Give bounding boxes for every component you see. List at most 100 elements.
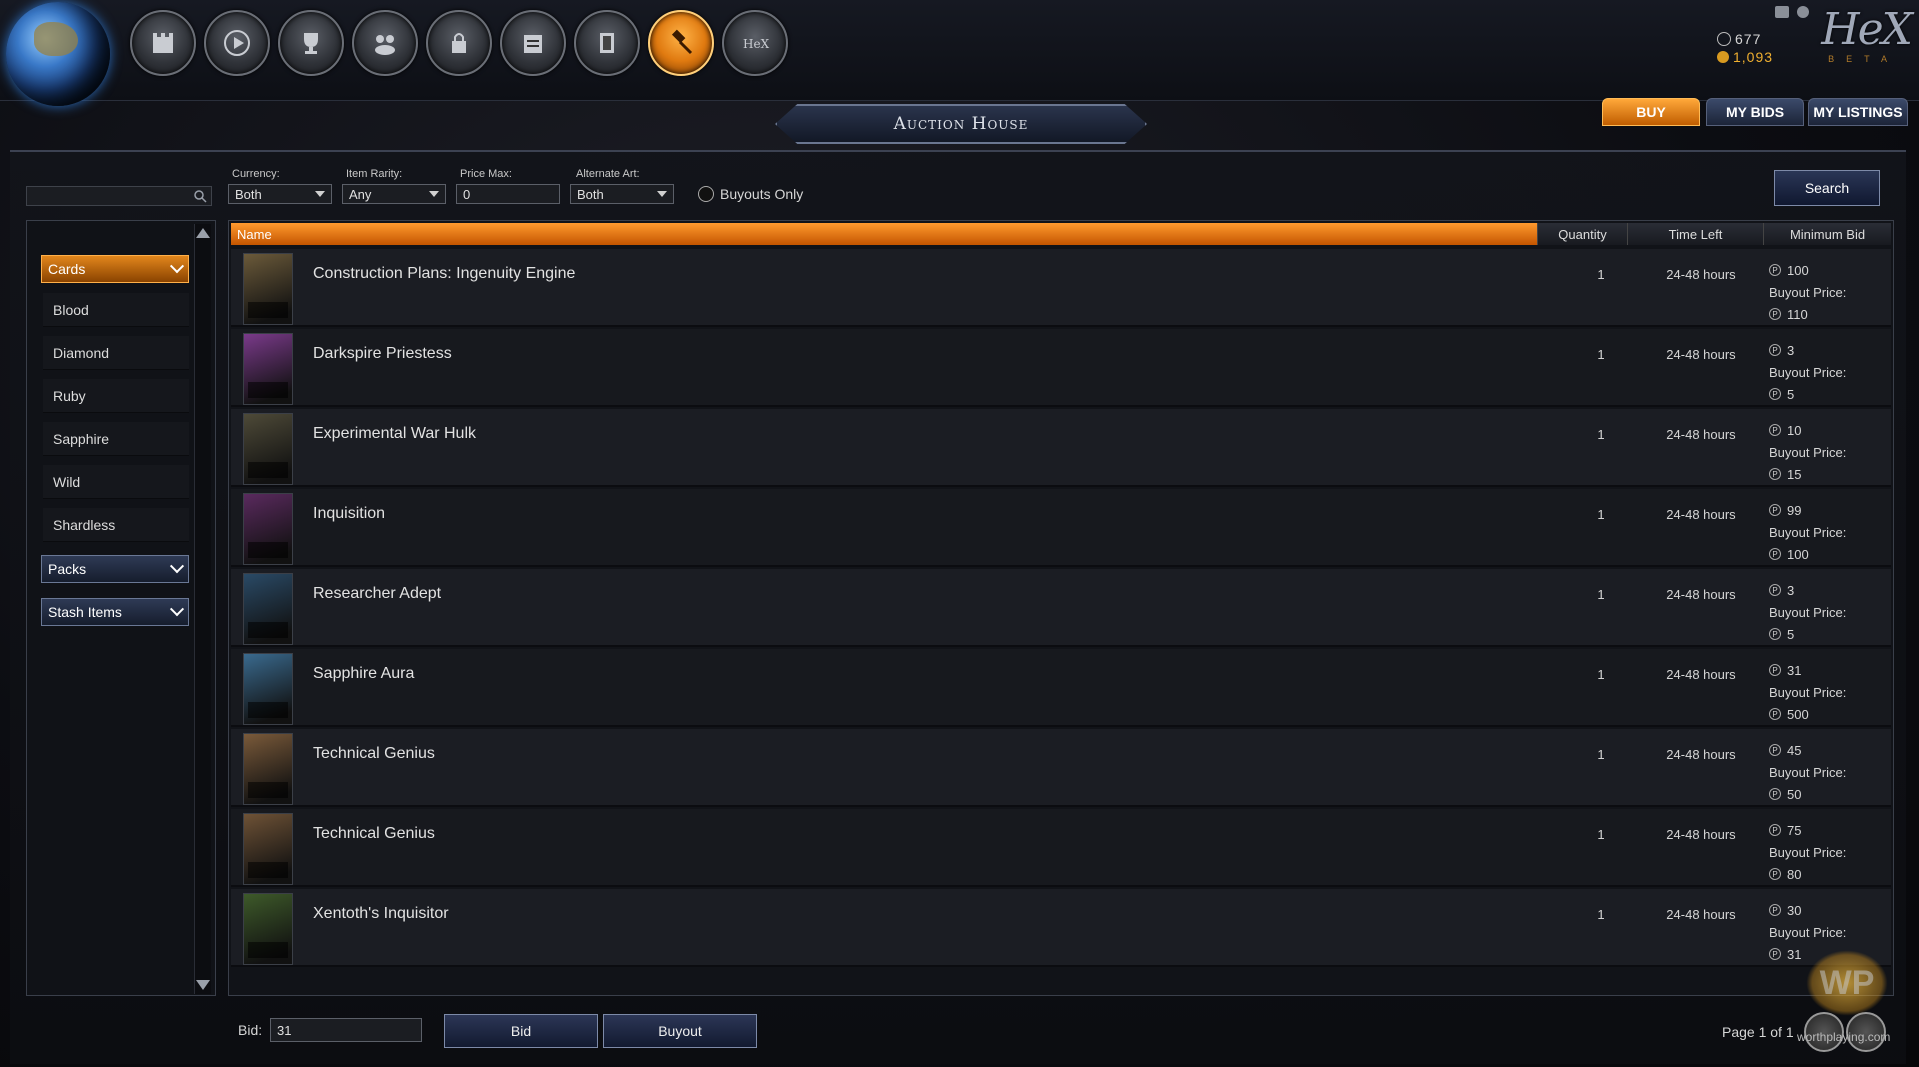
minimum-bid-value: 3 [1787,342,1795,358]
hex-logo: HeX [1821,4,1913,55]
table-row[interactable]: Inquisition 1 24-48 hours P 99 Buyout Price: P… [231,489,1891,567]
buyout-price-label: Buyout Price: [1769,684,1847,700]
sidebar-item-blood[interactable]: Blood [43,293,189,327]
buyout-price-value: 100 [1787,546,1809,562]
search-field[interactable] [26,186,212,206]
card-thumbnail [243,893,293,965]
nav-button-collection[interactable] [574,10,640,76]
item-time-left: 24-48 hours [1666,427,1736,442]
table-row[interactable]: Sapphire Aura 1 24-48 hours P 31 Buyout Price… [231,649,1891,727]
item-quantity: 1 [1597,587,1605,602]
table-row[interactable]: Xentoth's Inquisitor 1 24-48 hours P 30 Buyou… [231,889,1891,967]
gold-coin-icon [1717,51,1729,63]
buyout-price-label: Buyout Price: [1769,524,1847,540]
buyout-price-value: 110 [1787,306,1808,322]
column-quantity[interactable]: Quantity [1537,223,1627,245]
platinum-coin-icon: P [1769,904,1781,916]
buyout-price-line: P 500 [1769,703,1887,725]
table-row[interactable]: Darkspire Priestess 1 24-48 hours P 3 Buyout … [231,329,1891,407]
sidebar-item-ruby[interactable]: Ruby [43,379,189,413]
price-max-input[interactable] [456,184,560,204]
buyout-price-label: Buyout Price: [1769,764,1847,780]
bid-input[interactable] [270,1018,422,1042]
nav-button-hex[interactable]: HeX [722,10,788,76]
nav-button-community[interactable] [352,10,418,76]
platinum-coin-icon: P [1769,308,1781,320]
tab-buy[interactable]: BUY [1602,98,1700,126]
currency-select[interactable]: Both [228,184,332,204]
card-thumbnail [243,733,293,805]
platinum-coin-icon: P [1769,424,1781,436]
minimum-bid-value: 30 [1787,902,1802,918]
minimum-bid-value: 3 [1787,582,1795,598]
item-bid-info: P 31 Buyout Price: P 500 [1769,659,1887,725]
table-header: Name Quantity Time Left Minimum Bid [231,223,1891,245]
category-cards[interactable]: Cards [41,255,189,283]
sidebar-item-diamond[interactable]: Diamond [43,336,189,370]
chevron-down-icon [169,259,185,274]
sidebar-item-shardless[interactable]: Shardless [43,508,189,542]
nav-button-lock[interactable] [426,10,492,76]
search-button[interactable]: Search [1774,170,1880,206]
buyouts-only-toggle[interactable]: Buyouts Only [698,186,803,202]
lock-icon [452,33,466,53]
sidebar-item-wild[interactable]: Wild [43,465,189,499]
store-icon [524,35,542,53]
beta-label: BETA [1828,54,1899,64]
scroll-up-icon[interactable] [196,228,210,238]
castle-icon [153,33,173,53]
column-minimum-bid[interactable]: Minimum Bid [1763,223,1891,245]
category-packs[interactable]: Packs [41,555,189,583]
chevron-down-icon [169,602,185,617]
platinum-coin-icon: P [1769,264,1781,276]
item-name: Construction Plans: Ingenuity Engine [313,265,576,282]
tab-my-listings[interactable]: MY LISTINGS [1808,98,1908,126]
gear-icon[interactable] [1797,6,1809,18]
trophy-icon [304,33,318,54]
item-quantity: 1 [1597,907,1605,922]
tab-my-bids[interactable]: MY BIDS [1706,98,1804,126]
chevron-down-icon [429,191,439,197]
currency-value: Both [235,186,262,202]
alt-art-label: Alternate Art: [576,168,640,180]
item-time-left: 24-48 hours [1666,267,1736,282]
table-row[interactable]: Experimental War Hulk 1 24-48 hours P 10 Buyo… [231,409,1891,487]
table-row[interactable]: Construction Plans: Ingenuity Engine 1 24-… [231,249,1891,327]
table-row[interactable]: Technical Genius 1 24-48 hours P 45 Buyout Pr… [231,729,1891,807]
nav-button-castle[interactable] [130,10,196,76]
buyout-button[interactable]: Buyout [603,1014,757,1048]
column-time-left[interactable]: Time Left [1627,223,1763,245]
chat-icon[interactable] [1775,6,1789,18]
nav-button-play[interactable] [204,10,270,76]
sidebar-item-sapphire[interactable]: Sapphire [43,422,189,456]
nav-button-auction-gavel[interactable] [648,10,714,76]
item-time-left: 24-48 hours [1666,347,1736,362]
sidebar-scrollbar[interactable] [194,224,211,994]
radio-icon[interactable] [698,186,714,202]
nav-button-trophy[interactable] [278,10,344,76]
platinum-row: 677 [1717,30,1809,48]
world-globe-icon[interactable] [6,2,110,106]
scroll-down-icon[interactable] [196,980,210,990]
rarity-select[interactable]: Any [342,184,446,204]
table-row[interactable]: Technical Genius 1 24-48 hours P 75 Buyout Pr… [231,809,1891,887]
minimum-bid-line: P 100 [1769,259,1887,281]
minimum-bid-line: P 99 [1769,499,1887,521]
item-bid-info: P 100 Buyout Price: P 110 [1769,259,1887,325]
item-quantity: 1 [1597,267,1605,282]
play-icon [224,30,250,56]
category-sidebar: Cards Blood Diamond Ruby Sapphire Wild S… [26,220,216,996]
item-bid-info: P 3 Buyout Price: P 5 [1769,339,1887,405]
category-stash-items[interactable]: Stash Items [41,598,189,626]
table-row[interactable]: Researcher Adept 1 24-48 hours P 3 Buyout Pri… [231,569,1891,647]
bid-button[interactable]: Bid [444,1014,598,1048]
platinum-coin-icon: P [1769,388,1781,400]
buyout-price-line: P5 [1769,623,1887,645]
item-name: Researcher Adept [313,585,442,602]
alt-art-select[interactable]: Both [570,184,674,204]
nav-button-store[interactable] [500,10,566,76]
buyout-price-line: P 80 [1769,863,1887,885]
collection-icon [600,33,614,53]
column-name[interactable]: Name [231,223,1537,245]
currency-label: Currency: [232,168,280,180]
